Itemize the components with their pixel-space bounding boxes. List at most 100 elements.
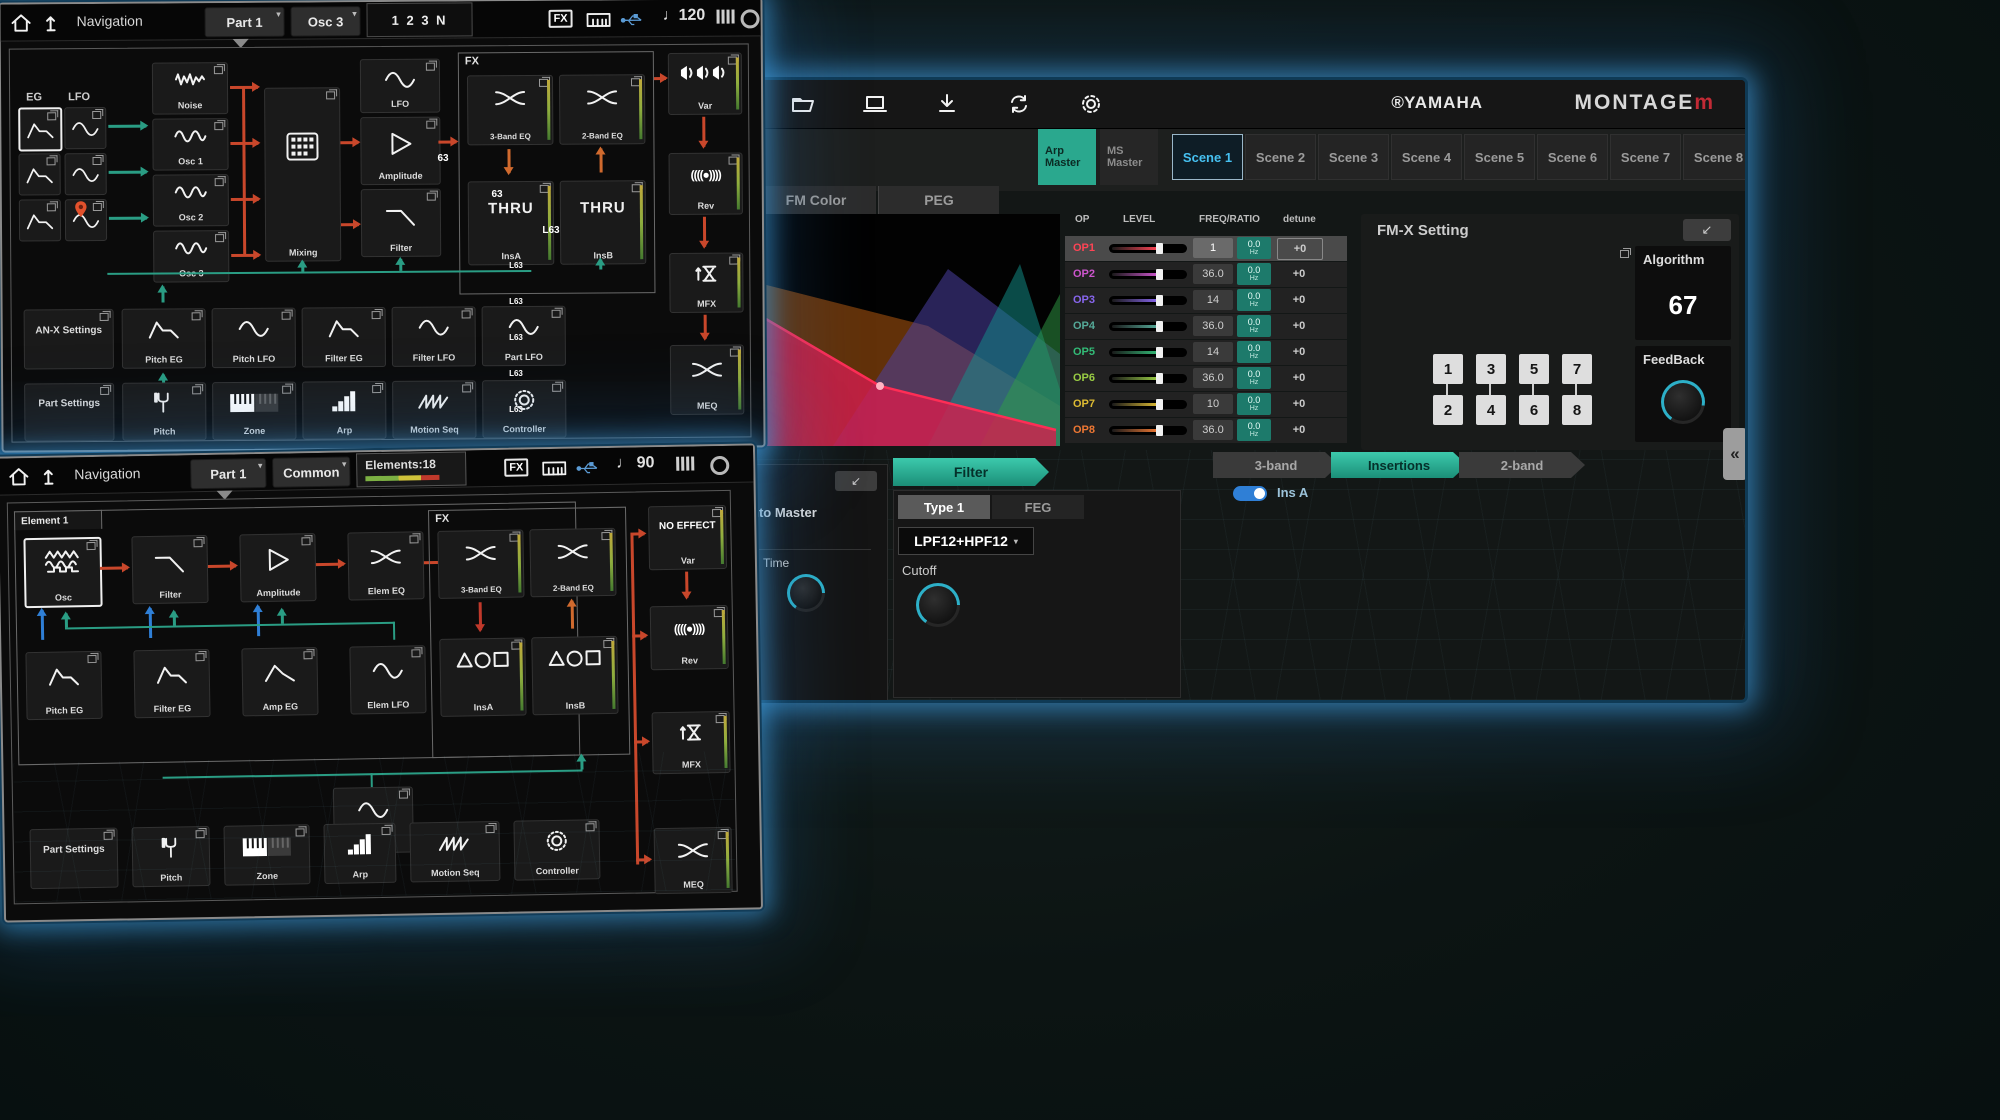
pitch-eg-block[interactable]: Pitch EG [25, 651, 102, 720]
var-block[interactable]: NO EFFECT Var [648, 505, 727, 570]
mod-lfo-block-1[interactable] [64, 107, 106, 149]
filter-eg-block[interactable]: Filter EG [302, 307, 386, 368]
common-selector[interactable]: Common▾ [272, 456, 351, 487]
arp-master-button[interactable]: ArpMaster [1038, 129, 1096, 185]
feedback-box[interactable]: FeedBack [1635, 346, 1731, 442]
op-name[interactable]: OP4 [1073, 320, 1095, 332]
op-row[interactable]: OP6 36.0 0.0Hz +0 [1065, 366, 1347, 391]
op-name[interactable]: OP8 [1073, 424, 1095, 436]
op-name[interactable]: OP5 [1073, 346, 1095, 358]
tab-2band[interactable]: 2-band [1459, 452, 1585, 478]
op-detune-value[interactable]: +0 [1277, 368, 1321, 388]
insb-block[interactable]: InsB [531, 636, 618, 715]
op-detune-value[interactable]: +0 [1277, 342, 1321, 362]
op-name[interactable]: OP6 [1073, 372, 1095, 384]
tab-3band[interactable]: 3-band [1213, 452, 1339, 478]
pitch-block[interactable]: Pitch [131, 826, 210, 887]
op-level-slider[interactable] [1109, 322, 1187, 331]
ins-a-toggle[interactable] [1233, 486, 1267, 501]
scene-button[interactable]: Scene 7 [1610, 134, 1681, 180]
op-detune-value[interactable]: +0 [1277, 316, 1321, 336]
eq3-block[interactable]: 3-Band EQ [467, 75, 553, 146]
op-detune-value[interactable]: +0 [1277, 264, 1321, 284]
op-hz-box[interactable]: 0.0Hz [1237, 341, 1271, 363]
controller-block[interactable]: Controller [482, 380, 566, 439]
filter-type-dropdown[interactable]: LPF12+HPF12▾ [898, 527, 1034, 555]
cutoff-knob[interactable] [916, 583, 960, 627]
amplitude-block[interactable]: Amplitude [360, 117, 440, 186]
part-lfo-small-block[interactable]: LFO [360, 59, 440, 114]
op-row[interactable]: OP4 36.0 0.0Hz +0 [1065, 314, 1347, 339]
arp-block[interactable]: Arp [323, 823, 396, 884]
elem-lfo-block[interactable]: Elem LFO [349, 645, 426, 714]
filter-block[interactable]: Filter [361, 189, 441, 258]
op-hz-box[interactable]: 0.0Hz [1237, 419, 1271, 441]
filter-block[interactable]: Filter [131, 535, 208, 604]
filter-eg-block[interactable]: Filter EG [133, 649, 210, 718]
op-detune-value[interactable]: +0 [1277, 290, 1321, 310]
amplitude-block[interactable]: Amplitude [239, 533, 316, 602]
op-row[interactable]: OP5 14 0.0Hz +0 [1065, 340, 1347, 365]
eq2-block[interactable]: 2-Band EQ [529, 528, 616, 597]
record-circle-icon[interactable] [741, 9, 760, 28]
scene-button[interactable]: Scene 2 [1245, 134, 1316, 180]
folder-icon[interactable] [791, 92, 815, 116]
op-level-slider[interactable] [1109, 244, 1187, 253]
record-circle-icon[interactable] [710, 456, 729, 475]
op-level-slider[interactable] [1109, 374, 1187, 383]
tab-type1[interactable]: Type 1 [898, 495, 990, 519]
op-detune-value[interactable]: +0 [1277, 420, 1321, 440]
op-freq-value[interactable]: 14 [1193, 290, 1233, 310]
tempo-display[interactable]: ♩120 [662, 7, 705, 25]
controller-block[interactable]: Controller [513, 819, 600, 880]
op-row[interactable]: OP3 14 0.0Hz +0 [1065, 288, 1347, 313]
scene-button[interactable]: Scene 3 [1318, 134, 1389, 180]
op-detune-value[interactable]: +0 [1277, 238, 1323, 260]
motion-seq-block[interactable]: Motion Seq [392, 380, 476, 439]
sync-icon[interactable] [1007, 92, 1031, 116]
op-level-slider[interactable] [1109, 348, 1187, 357]
tab-peg[interactable]: PEG [878, 186, 999, 214]
collapse-button[interactable]: ↙ [1683, 219, 1731, 241]
home-icon[interactable] [6, 464, 30, 488]
osc-selector[interactable]: Osc 3▾ [290, 6, 360, 36]
osc2-block[interactable]: Osc 2 [153, 174, 229, 227]
pitch-collapse-button[interactable]: ↙ [835, 471, 877, 491]
op-level-slider[interactable] [1109, 426, 1187, 435]
mod-lfo-block-3[interactable] [65, 199, 107, 241]
op-freq-value[interactable]: 10 [1193, 394, 1233, 414]
scene-button[interactable]: Scene 1 [1172, 134, 1243, 180]
anx-settings-block[interactable]: AN-X Settings [24, 309, 114, 370]
elem-eq-block[interactable]: Elem EQ [347, 531, 424, 600]
op-freq-value[interactable]: 36.0 [1193, 420, 1233, 440]
element-tab[interactable]: Element 1 [14, 510, 102, 531]
noise-block[interactable]: Noise [152, 62, 228, 115]
op-row[interactable]: OP7 10 0.0Hz +0 [1065, 392, 1347, 417]
op-row[interactable]: OP2 36.0 0.0Hz +0 [1065, 262, 1347, 287]
osc-block[interactable]: Osc [23, 537, 102, 608]
zone-block[interactable]: Zone [212, 382, 296, 441]
filter-lfo-block[interactable]: Filter LFO [392, 306, 476, 367]
op-name[interactable]: OP1 [1073, 242, 1095, 254]
amp-eg-block[interactable]: Amp EG [241, 647, 318, 716]
mod-eg-block-3[interactable] [19, 199, 61, 241]
tab-filter[interactable]: Filter [893, 458, 1049, 486]
back-up-icon[interactable] [40, 10, 64, 34]
mod-lfo-block-2[interactable] [64, 153, 106, 195]
insa-block[interactable]: THRU InsA [468, 181, 555, 266]
op-level-slider[interactable] [1109, 296, 1187, 305]
arp-block[interactable]: Arp [302, 381, 386, 440]
pitch-lfo-block[interactable]: Pitch LFO [212, 308, 296, 369]
mod-eg-block-2[interactable] [18, 153, 60, 195]
algorithm-value[interactable]: 67 [1635, 290, 1731, 321]
op-hz-box[interactable]: 0.0Hz [1237, 237, 1271, 259]
op-hz-box[interactable]: 0.0Hz [1237, 367, 1271, 389]
insa-block[interactable]: InsA [439, 637, 526, 716]
op-hz-box[interactable]: 0.0Hz [1237, 263, 1271, 285]
op-row[interactable]: OP1 1 0.0Hz +0 [1065, 236, 1347, 261]
scene-button[interactable]: Scene 4 [1391, 134, 1462, 180]
time-knob[interactable] [787, 574, 825, 612]
rev-block[interactable]: ((((●)))) Rev [669, 152, 743, 215]
part-lfo-block[interactable]: Part LFO [482, 306, 566, 367]
op-level-slider[interactable] [1109, 270, 1187, 279]
